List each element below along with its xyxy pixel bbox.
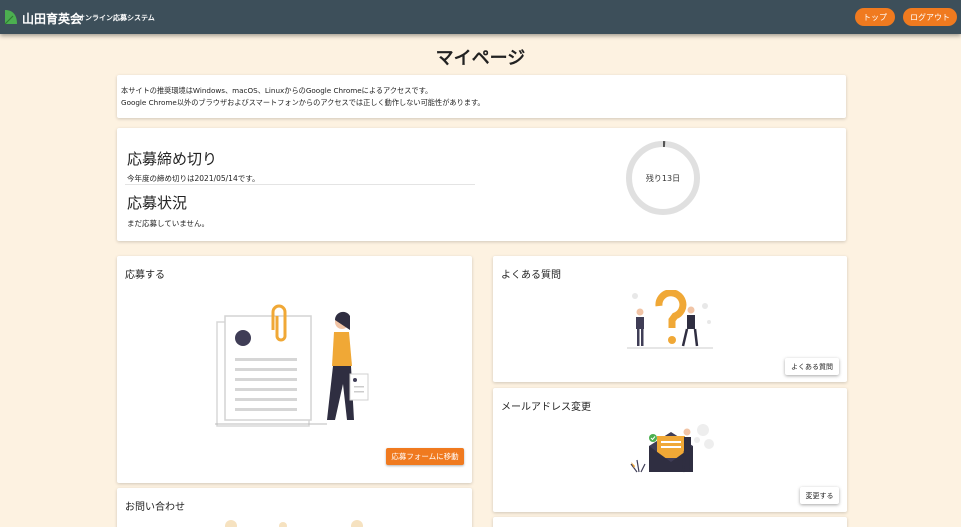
apply-card-title: 応募する bbox=[125, 270, 165, 281]
next-card bbox=[493, 517, 847, 527]
environment-notice: 本サイトの推奨環境はWindows、macOS、LinuxからのGoogle C… bbox=[117, 75, 846, 118]
application-text: まだ応募していません。 bbox=[127, 219, 210, 228]
notice-line-1: 本サイトの推奨環境はWindows、macOS、LinuxからのGoogle C… bbox=[121, 86, 433, 95]
application-document-illustration bbox=[215, 304, 369, 427]
faq-button[interactable]: よくある質問 bbox=[785, 358, 839, 375]
top-button[interactable]: トップ bbox=[855, 8, 895, 26]
contact-card: お問い合わせ bbox=[117, 488, 472, 527]
email-change-card: メールアドレス変更 変更する bbox=[493, 388, 847, 512]
contact-illustration bbox=[225, 520, 363, 527]
faq-card-title: よくある質問 bbox=[501, 270, 561, 281]
application-heading: 応募状況 bbox=[127, 194, 188, 212]
question-mark-illustration bbox=[627, 290, 713, 349]
apply-card: 応募する 応募フォームに移動 bbox=[117, 256, 472, 483]
envelope-illustration bbox=[630, 424, 714, 473]
email-change-card-title: メールアドレス変更 bbox=[501, 402, 591, 413]
status-card: 応募締め切り 今年度の締め切りは2021/05/14です。 応募状況 まだ応募し… bbox=[117, 128, 846, 241]
divider bbox=[125, 184, 475, 185]
brand-subtitle: オンライン応募システム bbox=[78, 14, 155, 22]
notice-line-2: Google Chrome以外のブラウザおよびスマートフォンからのアクセスでは正… bbox=[121, 98, 485, 107]
remaining-days-label: 残り13日 bbox=[645, 174, 681, 183]
leaf-logo-icon bbox=[4, 10, 17, 25]
app-bar: 山田育英会 オンライン応募システム トップ ログアウト bbox=[0, 0, 961, 34]
faq-card: よくある質問 よくある質問 bbox=[493, 256, 847, 382]
logout-button[interactable]: ログアウト bbox=[903, 8, 957, 26]
deadline-heading: 応募締め切り bbox=[127, 150, 218, 168]
deadline-text: 今年度の締め切りは2021/05/14です。 bbox=[127, 174, 260, 183]
page-title: マイページ bbox=[435, 48, 526, 69]
contact-card-title: お問い合わせ bbox=[125, 502, 185, 513]
apply-form-button[interactable]: 応募フォームに移動 bbox=[386, 448, 464, 465]
brand-name[interactable]: 山田育英会 bbox=[22, 10, 82, 27]
change-email-button[interactable]: 変更する bbox=[800, 487, 839, 504]
